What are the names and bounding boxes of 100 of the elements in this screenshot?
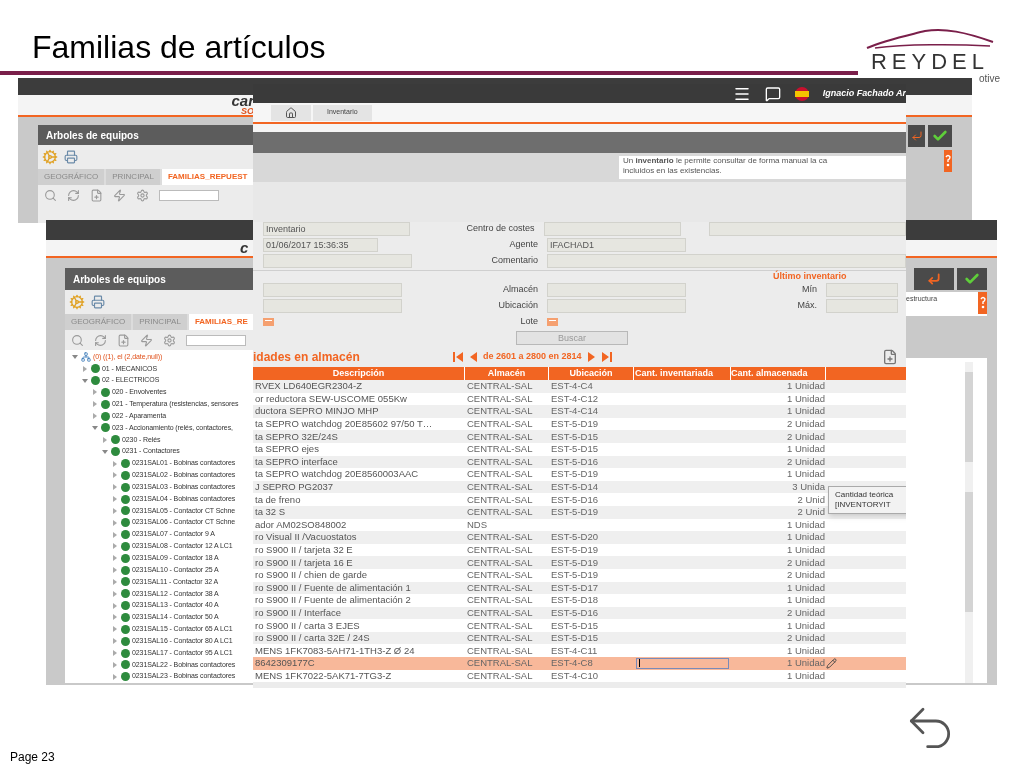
table-cell: or reductora SEW-USCOME 055Kw bbox=[255, 392, 407, 404]
slide-title: Familias de artículos bbox=[32, 28, 326, 66]
table-cell: 2 Unidad bbox=[786, 556, 825, 569]
table-cell: ro S900 II / Interface bbox=[255, 607, 342, 618]
table-cell: ta SEPRO watchdog 20E8560003AAC bbox=[255, 468, 419, 480]
table-cell: CENTRAL-SAL bbox=[467, 594, 533, 606]
table-cell: CENTRAL-SAL bbox=[467, 380, 533, 392]
table-cell: EST-5-D15 bbox=[551, 430, 598, 442]
table-cell: CENTRAL-SAL bbox=[467, 493, 533, 505]
section-title: idades en almacén bbox=[253, 349, 361, 366]
field-label: Almacén bbox=[503, 283, 538, 297]
table-cell: ro S900 II / carta 3 EJES bbox=[255, 619, 360, 631]
table-cell: 2 Unidad bbox=[786, 418, 825, 431]
table-cell: EST-4-C11 bbox=[551, 644, 598, 656]
table-cell: 1 Unidad bbox=[786, 380, 825, 393]
table-cell: EST-5-D17 bbox=[551, 581, 598, 593]
table-cell: NDS bbox=[467, 518, 488, 530]
table-cell: 1 Unidad bbox=[786, 405, 825, 418]
logo-tagline: otive bbox=[978, 74, 1000, 84]
table-cell: CENTRAL-SAL bbox=[467, 430, 533, 442]
table-cell: CENTRAL-SAL bbox=[467, 619, 533, 631]
table-cell: EST-4-C10 bbox=[551, 669, 598, 681]
table-cell: 1 Unidad bbox=[786, 644, 825, 657]
panel-title: Arboles de equipos bbox=[46, 128, 139, 143]
table-cell: J SEPRO PG2037 bbox=[255, 481, 334, 493]
table-cell: CENTRAL-SAL bbox=[467, 531, 533, 543]
table-cell: EST-5-D15 bbox=[551, 632, 598, 644]
table-cell: CENTRAL-SAL bbox=[467, 392, 533, 404]
table-cell: 1 Unidad bbox=[786, 443, 825, 456]
table-cell: EST-5-D20 bbox=[551, 531, 598, 543]
table-cell: 1 Unidad bbox=[786, 518, 825, 531]
table-cell: 2 Unidad bbox=[786, 607, 825, 619]
table-cell: EST-4-C12 bbox=[551, 392, 598, 404]
table-cell: 1 Unidad bbox=[786, 581, 825, 594]
table-cell: ro Visual II /Vacuostatos bbox=[255, 531, 357, 543]
table-cell: RVEX LD640EGR2304-Z bbox=[255, 380, 363, 392]
table-cell: ro S900 II / Fuente de alimentación 1 bbox=[255, 581, 411, 593]
table-cell: ro S900 II / carta 32E / 24S bbox=[255, 632, 370, 644]
table-cell: 2 Unid bbox=[797, 506, 825, 519]
table-cell: EST-5-D15 bbox=[551, 443, 598, 455]
table-cell: ro S900 II / chien de garde bbox=[255, 569, 367, 581]
table-cell: MENS 1FK7083-5AH71-1TH3-Z Ø 24 bbox=[255, 644, 415, 656]
field-label: Centro de costes bbox=[466, 222, 535, 236]
help-text: Un inventario le permite consultar de forma manual la ca incluidos en las existencias. bbox=[619, 156, 906, 179]
table-cell: ductora SEPRO MINJO MHP bbox=[255, 405, 379, 417]
field-label: Máx. bbox=[797, 299, 817, 313]
table-cell: CENTRAL-SAL bbox=[467, 468, 533, 480]
table-cell: EST-5-D16 bbox=[551, 493, 598, 505]
table-cell: CENTRAL-SAL bbox=[467, 481, 533, 493]
table-cell: CENTRAL-SAL bbox=[467, 644, 533, 656]
table-cell: ta SEPRO interface bbox=[255, 455, 338, 467]
table-cell: CENTRAL-SAL bbox=[467, 657, 533, 669]
table-cell: ta de freno bbox=[255, 493, 301, 505]
table-cell: 1 Unidad bbox=[786, 531, 825, 544]
table-cell: 2 Unidad bbox=[786, 569, 825, 582]
table-cell: EST-5-D19 bbox=[551, 468, 598, 480]
table-cell: ador AM02SO848002 bbox=[255, 518, 347, 530]
table-cell: CENTRAL-SAL bbox=[467, 405, 533, 417]
table-cell: CENTRAL-SAL bbox=[467, 632, 533, 644]
field-label: Ubicación bbox=[498, 299, 538, 313]
table-cell: ro S900 II / tarjeta 32 E bbox=[255, 544, 353, 555]
table-cell: EST-5-D15 bbox=[551, 619, 598, 631]
table-cell: EST-4-C14 bbox=[551, 405, 598, 417]
table-cell: 3 Unida bbox=[792, 481, 825, 494]
table-cell: CENTRAL-SAL bbox=[467, 544, 533, 555]
table-cell: 1 Unidad bbox=[786, 669, 825, 682]
table-cell: ro S900 II / tarjeta 16 E bbox=[255, 556, 353, 568]
table-cell: EST-5-D14 bbox=[551, 481, 598, 493]
logo-text: car bbox=[231, 95, 254, 107]
table-cell: ro S900 II / Fuente de alimentación 2 bbox=[255, 594, 411, 606]
pager-text: de 2601 a 2800 en 2814 bbox=[483, 350, 582, 364]
table-cell: 1 Unidad bbox=[786, 619, 825, 632]
table-cell: 1 Unidad bbox=[786, 594, 825, 607]
table-cell: CENTRAL-SAL bbox=[467, 607, 533, 618]
table-cell: EST-5-D19 bbox=[551, 556, 598, 568]
table-cell: CENTRAL-SAL bbox=[467, 506, 533, 518]
table-cell: 1 Unidad bbox=[786, 657, 825, 670]
field-label: Mín bbox=[802, 283, 817, 297]
table-cell: CENTRAL-SAL bbox=[467, 569, 533, 581]
table-cell: EST-4-C8 bbox=[551, 657, 593, 669]
field-label: Lote bbox=[520, 315, 538, 329]
table-cell: EST-5-D16 bbox=[551, 607, 598, 618]
table-cell: ta SEPRO ejes bbox=[255, 443, 319, 455]
table-cell: 8642309177C bbox=[255, 657, 315, 669]
table-cell: EST-5-D19 bbox=[551, 506, 598, 518]
table-cell: 1 Unidad bbox=[786, 392, 825, 405]
table-cell: ta SEPRO watchdog 20E85602 97/50 T… bbox=[255, 418, 433, 430]
field-label: Agente bbox=[509, 238, 538, 252]
table-cell: CENTRAL-SAL bbox=[467, 556, 533, 568]
table-cell: EST-5-D18 bbox=[551, 594, 598, 606]
table-cell: EST-5-D19 bbox=[551, 569, 598, 581]
table-cell: EST-5-D16 bbox=[551, 455, 598, 467]
table-cell: CENTRAL-SAL bbox=[467, 455, 533, 467]
table-cell: CENTRAL-SAL bbox=[467, 581, 533, 593]
table-cell: 1 Unidad bbox=[786, 468, 825, 481]
logo-text: REYDEL bbox=[870, 50, 989, 74]
table-cell: EST-4-C4 bbox=[551, 380, 593, 392]
page-number: Page 23 bbox=[10, 750, 55, 764]
section-title: Último inventario bbox=[773, 270, 847, 284]
table-cell: ta SEPRO 32E/24S bbox=[255, 430, 338, 442]
